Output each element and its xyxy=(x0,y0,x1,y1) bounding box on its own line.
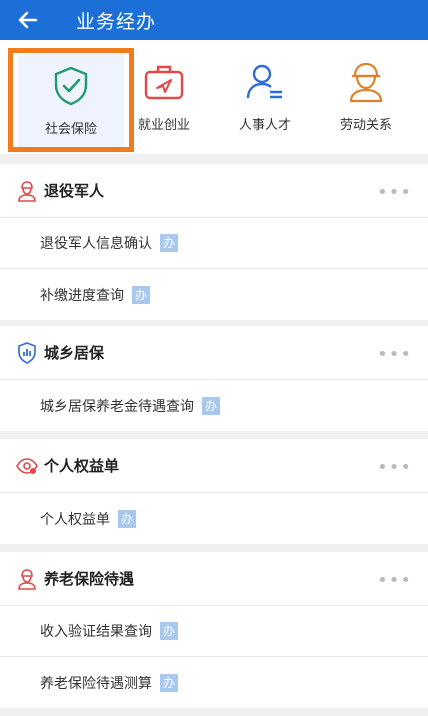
category-employment[interactable]: 就业创业 xyxy=(111,50,217,156)
section-personal-rights: 个人权益单 ••• 个人权益单 办 xyxy=(0,439,428,544)
soldier-icon xyxy=(18,180,36,202)
handle-badge: 办 xyxy=(160,673,179,692)
soldier-icon xyxy=(18,568,36,590)
category-bar: 社会保险 就业创业 人事人才 劳动关系 xyxy=(0,40,428,154)
section-header: 退役军人 ••• xyxy=(0,164,428,218)
page-title: 业务经办 xyxy=(76,10,157,33)
person-list-icon xyxy=(246,64,282,99)
briefcase-send-icon xyxy=(144,65,184,100)
category-label: 就业创业 xyxy=(137,118,190,133)
more-options-icon[interactable]: ••• xyxy=(377,182,412,203)
section-title: 个人权益单 xyxy=(44,457,120,475)
handle-badge: 办 xyxy=(160,622,179,640)
list-item[interactable]: 个人权益单 办 xyxy=(0,493,428,544)
category-label: 人事人才 xyxy=(238,118,291,133)
section-urban-rural-pension: 城乡居保 ••• 城乡居保养老金待遇查询 办 xyxy=(0,326,428,431)
list-item[interactable]: 退役军人信息确认 办 xyxy=(0,218,428,269)
section-title: 城乡居保 xyxy=(44,344,105,362)
more-options-icon[interactable]: ••• xyxy=(377,457,412,478)
item-label: 个人权益单 xyxy=(40,511,110,528)
handle-badge: 办 xyxy=(160,234,179,252)
list-item[interactable]: 收入验证结果查询 办 xyxy=(0,606,428,657)
handle-badge: 办 xyxy=(202,396,221,415)
section-header: 城乡居保 ••• xyxy=(0,326,428,380)
section-title: 退役军人 xyxy=(44,182,105,200)
handle-badge: 办 xyxy=(118,509,137,528)
more-options-icon[interactable]: ••• xyxy=(377,570,412,591)
item-label: 城乡居保养老金待遇查询 xyxy=(40,398,194,415)
more-options-icon[interactable]: ••• xyxy=(377,344,412,365)
section-title: 养老保险待遇 xyxy=(44,570,135,588)
section-veterans: 退役军人 ••• 退役军人信息确认 办 补缴进度查询 办 xyxy=(0,164,428,320)
list-item[interactable]: 补缴进度查询 办 xyxy=(0,269,428,320)
worker-icon xyxy=(349,62,383,103)
shield-check-icon xyxy=(54,66,88,106)
item-label: 补缴进度查询 xyxy=(40,287,124,304)
list-item[interactable]: 城乡居保养老金待遇查询 办 xyxy=(0,380,428,431)
section-header: 个人权益单 ••• xyxy=(0,439,428,493)
category-labor-relations[interactable]: 劳动关系 xyxy=(313,50,419,156)
handle-badge: 办 xyxy=(132,285,151,304)
item-label: 退役军人信息确认 xyxy=(40,236,152,252)
category-personnel[interactable]: 人事人才 xyxy=(212,50,318,156)
category-social-insurance[interactable]: 社会保险 xyxy=(18,54,124,150)
category-label: 社会保险 xyxy=(44,122,97,137)
section-header: 养老保险待遇 ••• xyxy=(0,552,428,606)
category-label: 劳动关系 xyxy=(339,118,392,133)
section-pension-benefits: 养老保险待遇 ••• 收入验证结果查询 办 养老保险待遇测算 办 xyxy=(0,552,428,708)
app-header: 业务经办 xyxy=(0,0,428,40)
item-label: 养老保险待遇测算 xyxy=(40,675,152,692)
list-item[interactable]: 养老保险待遇测算 办 xyxy=(0,657,428,708)
eye-check-icon xyxy=(16,457,38,474)
item-label: 收入验证结果查询 xyxy=(40,624,152,640)
arrow-left-icon xyxy=(18,11,38,29)
shield-chart-icon xyxy=(18,341,36,364)
back-button[interactable] xyxy=(0,0,56,40)
